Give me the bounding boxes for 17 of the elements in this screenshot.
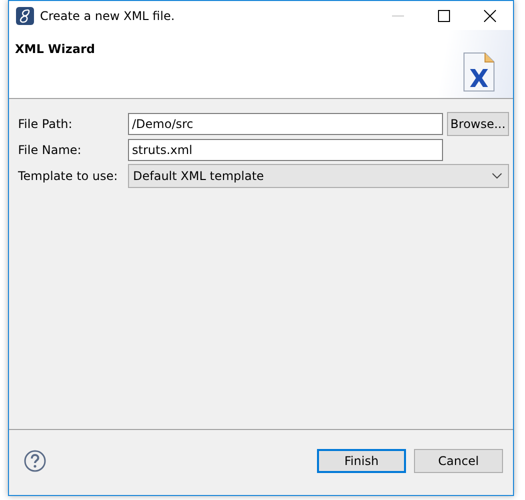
xml-file-icon [463,52,495,92]
field-label: File Name: [18,143,82,157]
field-label: Template to use: [18,169,119,183]
browse-button[interactable]: Browse... [447,112,509,136]
help-icon[interactable] [24,450,46,472]
field-label: File Path: [18,117,74,131]
chevron-down-icon [492,173,502,179]
maximize-icon [438,10,450,22]
close-icon [484,10,496,22]
template-dropdown[interactable]: Default XML template [128,164,509,188]
window-title: Create a new XML file. [40,8,175,22]
app-icon [16,6,34,24]
input-field[interactable]: /Demo/src [128,113,443,135]
input-field[interactable]: struts.xml [128,139,443,161]
wizard-title: XML Wizard [15,42,95,58]
finish-button[interactable]: Finish [317,448,406,472]
cancel-button[interactable]: Cancel [414,448,503,472]
